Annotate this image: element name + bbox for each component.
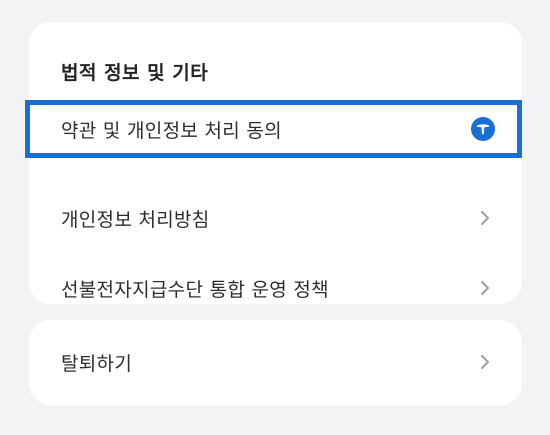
legal-info-card: 법적 정보 및 기타 약관 및 개인정보 처리 동의 개인정보 처리방침 선불전… xyxy=(25,22,522,304)
section-title: 법적 정보 및 기타 xyxy=(61,62,209,84)
withdraw-row[interactable]: 탈퇴하기 xyxy=(29,334,522,390)
terms-consent-row[interactable]: 약관 및 개인정보 처리 동의 xyxy=(25,100,522,158)
toss-logo-icon xyxy=(471,117,495,141)
withdraw-label: 탈퇴하기 xyxy=(61,352,133,375)
privacy-policy-row[interactable]: 개인정보 처리방침 xyxy=(29,190,522,246)
prepaid-policy-label: 선불전자지급수단 통합 운영 정책 xyxy=(61,278,329,301)
chevron-right-icon xyxy=(478,281,492,295)
prepaid-policy-row[interactable]: 선불전자지급수단 통합 운영 정책 xyxy=(29,260,522,316)
chevron-right-icon xyxy=(478,355,492,369)
privacy-policy-label: 개인정보 처리방침 xyxy=(61,208,210,231)
account-card: 탈퇴하기 xyxy=(29,320,522,405)
chevron-right-icon xyxy=(478,211,492,225)
terms-consent-label: 약관 및 개인정보 처리 동의 xyxy=(61,119,282,142)
